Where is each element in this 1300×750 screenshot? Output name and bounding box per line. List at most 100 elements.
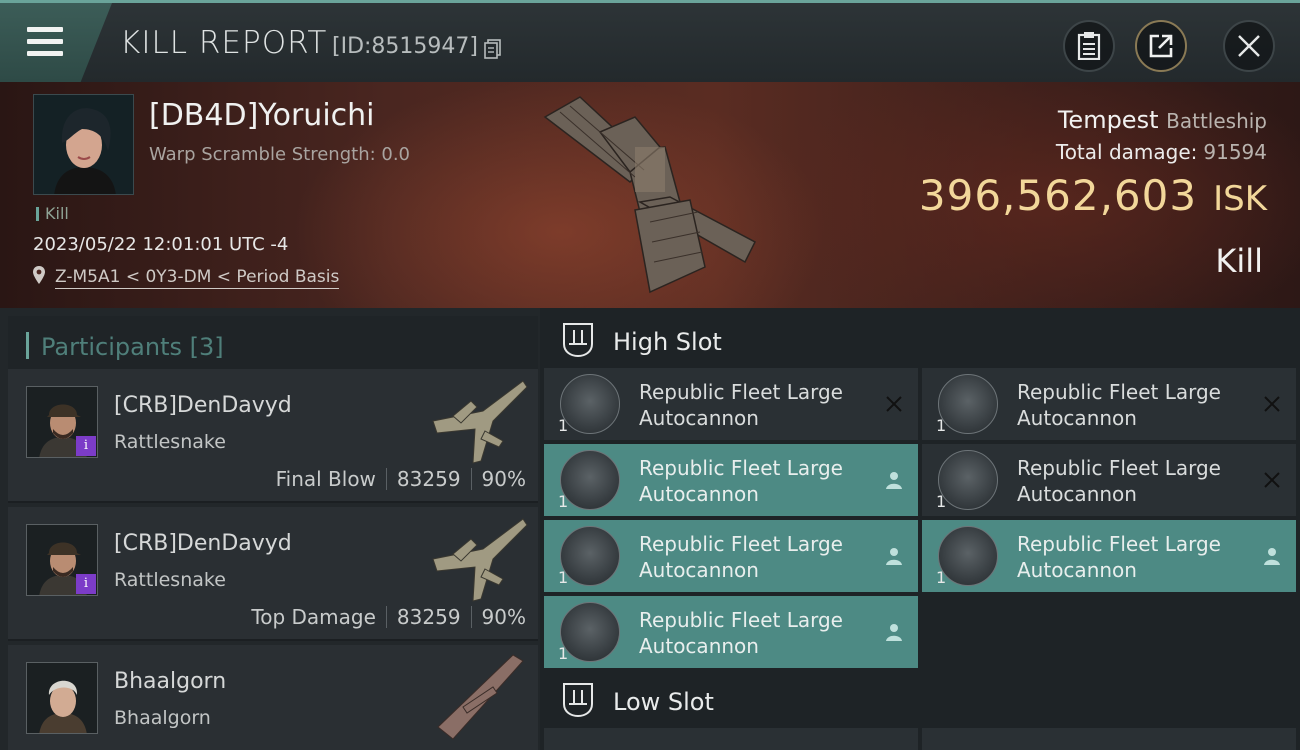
fitting-panel: High Slot 1 Republic Fleet Large Autocann… [540, 308, 1300, 750]
participant-role: Top Damage [251, 605, 376, 629]
module-quantity: 1 [936, 416, 947, 435]
participant-card[interactable]: Bhaalgorn Bhaalgorn [8, 645, 538, 750]
isk-value: 396,562,603 ISK [919, 171, 1267, 220]
participant-percent: 90% [481, 467, 526, 491]
person-icon [886, 624, 902, 641]
close-icon [1238, 35, 1260, 57]
module-name: Republic Fleet Large Autocannon [639, 532, 843, 582]
module-slot[interactable]: 1 Republic Fleet Large Autocannon [544, 596, 918, 668]
ship-image [543, 96, 756, 294]
total-damage-label: Total damage: [1055, 140, 1198, 164]
module-quantity: 1 [558, 644, 569, 663]
module-slot[interactable]: 1 Republic Fleet Large Autocannon [922, 520, 1296, 592]
clipboard-icon [1077, 32, 1101, 60]
module-name: Republic Fleet Large Autocannon [1017, 380, 1221, 430]
participant-ship: Rattlesnake [114, 431, 226, 453]
participant-card[interactable]: i [CRB]DenDavyd Rattlesnake Top Damage 83… [8, 507, 538, 641]
autocannon-icon [938, 374, 998, 434]
person-icon [1264, 548, 1280, 565]
participants-title: Participants [3] [41, 333, 224, 361]
participant-name: [CRB]DenDavyd [114, 531, 292, 556]
module-slot[interactable]: 1 Republic Fleet Large Autocannon [544, 368, 918, 440]
victim-ship[interactable]: Tempest Battleship [1058, 106, 1267, 134]
low-slot-label: Low Slot [613, 688, 714, 716]
participant-damage: 83259 [396, 467, 461, 491]
x-icon [1264, 396, 1280, 412]
participant-ship: Rattlesnake [114, 569, 226, 591]
module-quantity: 1 [936, 568, 947, 587]
kill-banner: [DB4D]Yoruichi Warp Scramble Strength: 0… [0, 82, 1300, 308]
menu-tab[interactable] [0, 3, 112, 82]
autocannon-icon [560, 374, 620, 434]
module-slot[interactable] [922, 728, 1296, 750]
module-slot[interactable]: 1 Republic Fleet Large Autocannon [544, 444, 918, 516]
module-name: Republic Fleet Large Autocannon [639, 456, 843, 506]
bhaalgorn-ship-image [437, 654, 524, 740]
participants-panel: Participants [3] i [CRB]DenDavyd Rattles… [0, 308, 540, 750]
page-title: KILL REPORT [120, 25, 328, 61]
high-slot-label: High Slot [613, 328, 722, 356]
isk-unit: ISK [1213, 179, 1267, 219]
info-badge[interactable]: i [76, 436, 96, 456]
avatar[interactable] [26, 662, 98, 734]
isk-amount: 396,562,603 [918, 171, 1198, 220]
x-icon [1264, 472, 1280, 488]
kill-tag: Kill [36, 204, 69, 223]
slot-icon [563, 683, 593, 718]
share-icon [1149, 34, 1173, 58]
kill-result: Kill [1215, 242, 1263, 280]
participant-stats: Top Damage 83259 90% [251, 605, 526, 629]
autocannon-icon [938, 526, 998, 586]
location-pin-icon [33, 266, 45, 284]
module-quantity: 1 [558, 568, 569, 587]
autocannon-icon [938, 450, 998, 510]
module-name: Republic Fleet Large Autocannon [639, 380, 843, 430]
report-id: [ID:8515947] [332, 34, 478, 59]
autocannon-icon [560, 450, 620, 510]
autocannon-icon [560, 602, 620, 662]
top-bar: KILL REPORT [ID:8515947] [0, 0, 1300, 82]
info-badge[interactable]: i [76, 574, 96, 594]
person-icon [886, 472, 902, 489]
hamburger-icon[interactable] [27, 27, 63, 57]
autocannon-icon [560, 526, 620, 586]
high-slot-header: High Slot [540, 310, 1300, 370]
clipboard-button[interactable] [1063, 20, 1115, 72]
total-damage: Total damage: 91594 [1056, 140, 1267, 164]
module-quantity: 1 [558, 416, 569, 435]
copy-icon[interactable] [484, 39, 502, 59]
rattlesnake-ship-image [432, 518, 528, 602]
module-name: Republic Fleet Large Autocannon [639, 608, 843, 658]
warp-scramble-strength: Warp Scramble Strength: 0.0 [149, 144, 411, 165]
module-name: Republic Fleet Large Autocannon [1017, 532, 1221, 582]
victim-portrait[interactable] [33, 94, 134, 195]
slot-icon [563, 323, 593, 358]
module-slot[interactable]: 1 Republic Fleet Large Autocannon [922, 444, 1296, 516]
participant-damage: 83259 [396, 605, 461, 629]
participant-name: [CRB]DenDavyd [114, 393, 292, 418]
participant-card[interactable]: i [CRB]DenDavyd Rattlesnake Final Blow 83… [8, 369, 538, 503]
victim-avatar [34, 95, 133, 194]
close-button[interactable] [1223, 20, 1275, 72]
module-name: Republic Fleet Large Autocannon [1017, 456, 1221, 506]
module-slot[interactable] [544, 728, 918, 750]
share-button[interactable] [1135, 20, 1187, 72]
module-slot[interactable]: 1 Republic Fleet Large Autocannon [544, 520, 918, 592]
ship-class: Battleship [1166, 109, 1267, 133]
participant-role: Final Blow [275, 467, 376, 491]
participant-percent: 90% [481, 605, 526, 629]
rattlesnake-ship-image [432, 380, 528, 464]
module-slot[interactable]: 1 Republic Fleet Large Autocannon [922, 368, 1296, 440]
ship-name: Tempest [1057, 106, 1159, 134]
participant-stats: Final Blow 83259 90% [276, 467, 526, 491]
person-icon [886, 548, 902, 565]
participant-ship: Bhaalgorn [114, 707, 211, 729]
x-icon [886, 396, 902, 412]
participant-name: Bhaalgorn [114, 669, 227, 694]
low-slot-header: Low Slot [540, 670, 1300, 730]
total-damage-value: 91594 [1203, 140, 1267, 164]
location-link[interactable]: Z-M5A1 < 0Y3-DM < Period Basis [55, 267, 340, 289]
victim-name[interactable]: [DB4D]Yoruichi [149, 98, 375, 133]
module-quantity: 1 [936, 492, 947, 511]
participants-header: Participants [3] [8, 316, 538, 370]
